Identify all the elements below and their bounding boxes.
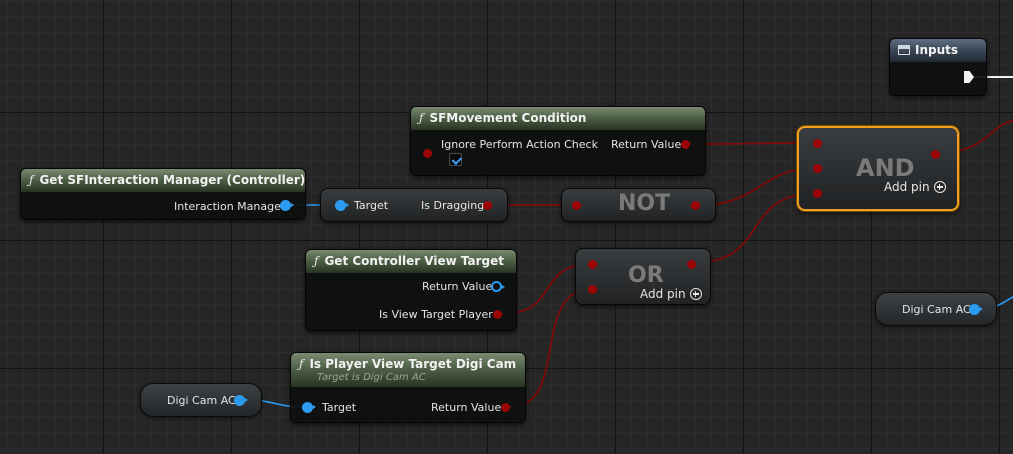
is-dragging-out-label: Is Dragging <box>421 199 485 212</box>
and-in-pin-a[interactable] <box>812 138 823 149</box>
controller-view-return-pin[interactable] <box>491 281 505 292</box>
player-view-digicam-return-pin[interactable] <box>500 402 511 413</box>
player-view-digicam-target-label: Target <box>322 401 357 414</box>
digicam-variable-left[interactable]: Digi Cam AC <box>140 383 262 417</box>
player-view-digicam-subtitle: Target is Digi Cam AC <box>317 372 426 383</box>
or-add-pin-button[interactable]: Add pin <box>640 287 702 301</box>
or-out-pin[interactable] <box>686 259 697 270</box>
interaction-manager-pin[interactable] <box>280 200 294 211</box>
or-in-pin-a[interactable] <box>587 259 598 270</box>
is-dragging-out-pin[interactable] <box>482 200 493 211</box>
window-icon <box>898 45 910 55</box>
ignore-check-checkbox[interactable] <box>449 153 462 166</box>
not-out-pin[interactable] <box>690 200 701 211</box>
not-label: NOT <box>618 191 671 216</box>
and-in-pin-b[interactable] <box>812 163 823 174</box>
is-dragging-target-pin[interactable] <box>335 200 349 211</box>
controller-view-header: ƒ Get Controller View Target <box>306 250 516 273</box>
is-dragging-target-label: Target <box>354 199 389 212</box>
get-interaction-manager-node[interactable]: ƒ Get SFInteraction Manager (Controller) … <box>20 168 306 220</box>
digicam-variable-left-label: Digi Cam AC <box>167 394 236 407</box>
player-view-digicam-header: ƒ Is Player View Target Digi Cam Target i… <box>291 353 525 387</box>
sfmovement-condition-node[interactable]: ƒ SFMovement Condition Ignore Perform Act… <box>410 106 706 176</box>
player-view-digicam-target-pin[interactable] <box>302 402 316 413</box>
digicam-variable-right-pin[interactable] <box>969 304 983 315</box>
get-controller-view-target-node[interactable]: ƒ Get Controller View Target Return Value… <box>305 249 517 331</box>
not-node[interactable]: NOT <box>561 188 716 222</box>
function-icon: ƒ <box>29 173 34 187</box>
ignore-check-label: Ignore Perform Action Check <box>441 138 598 151</box>
and-in-pin-c[interactable] <box>812 188 823 199</box>
and-out-pin[interactable] <box>930 149 941 160</box>
function-icon: ƒ <box>314 254 319 268</box>
or-node[interactable]: OR Add pin <box>575 248 711 305</box>
ignore-check-in-pin[interactable] <box>422 148 433 159</box>
player-view-digicam-return-label: Return Value <box>431 401 502 414</box>
inputs-node[interactable]: Inputs <box>889 38 987 96</box>
controller-view-return-label: Return Value <box>422 280 493 293</box>
and-node[interactable]: AND Add pin <box>797 126 959 211</box>
plus-circle-icon <box>933 181 946 193</box>
is-view-target-player-label: Is View Target Player <box>379 308 493 321</box>
sfmovement-header: ƒ SFMovement Condition <box>411 107 705 130</box>
interaction-manager-label: Interaction Manager <box>174 200 286 213</box>
is-dragging-node[interactable]: Target Is Dragging <box>320 188 508 222</box>
sfmovement-return-label: Return Value <box>611 138 682 151</box>
function-icon: ƒ <box>299 357 304 371</box>
sfmovement-return-pin[interactable] <box>680 139 691 150</box>
digicam-variable-right[interactable]: Digi Cam AC <box>875 292 997 326</box>
function-icon: ƒ <box>419 111 424 125</box>
digicam-variable-left-pin[interactable] <box>234 395 248 406</box>
plus-circle-icon <box>689 288 702 300</box>
digicam-variable-right-label: Digi Cam AC <box>902 303 971 316</box>
interaction-manager-header: ƒ Get SFInteraction Manager (Controller) <box>21 169 305 192</box>
and-label: AND <box>856 154 915 182</box>
or-in-pin-b[interactable] <box>587 284 598 295</box>
is-view-target-player-pin[interactable] <box>492 309 503 320</box>
inputs-header: Inputs <box>890 39 986 62</box>
or-label: OR <box>628 263 664 288</box>
not-in-pin[interactable] <box>571 200 582 211</box>
and-add-pin-button[interactable]: Add pin <box>884 180 946 194</box>
is-player-view-target-digicam-node[interactable]: ƒ Is Player View Target Digi Cam Target i… <box>290 352 526 423</box>
